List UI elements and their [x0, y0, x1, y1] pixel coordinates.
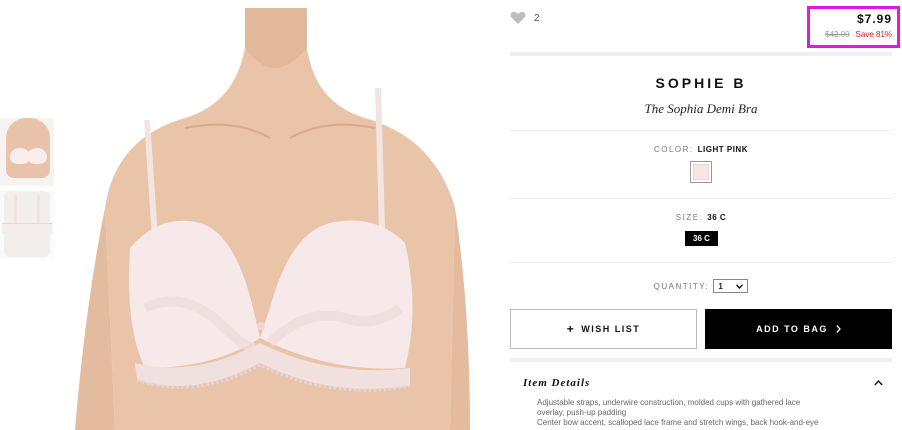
thumbnail-strap-left	[14, 195, 17, 225]
heart-icon	[510, 11, 526, 24]
item-details-body: Adjustable straps, underwire constructio…	[537, 398, 887, 428]
size-option-36c[interactable]: 36 C	[685, 231, 718, 246]
section-divider	[510, 198, 892, 199]
quantity-row: QUANTITY: 1	[510, 279, 892, 293]
color-label: COLOR: LIGHT PINK	[510, 145, 892, 154]
like-button[interactable]: 2	[510, 11, 540, 25]
product-photo	[75, 8, 470, 430]
plus-icon: +	[566, 322, 576, 336]
size-value: 36 C	[707, 213, 727, 222]
wish-list-label: WISH LIST	[581, 324, 641, 334]
swatch-fill	[693, 164, 709, 180]
like-count: 2	[534, 12, 540, 24]
original-price: $42.00	[825, 30, 850, 39]
product-main-image[interactable]	[75, 8, 470, 430]
thumbnail-front[interactable]	[0, 118, 54, 186]
price-block: $7.99 $42.00 Save 81%	[807, 6, 900, 48]
wish-list-button[interactable]: + WISH LIST	[510, 309, 697, 349]
savings-text: Save 81%	[855, 30, 892, 39]
thumbnail-back[interactable]	[0, 191, 54, 259]
size-label: SIZE: 36 C	[510, 213, 892, 222]
item-details-toggle[interactable]: Item Details	[523, 377, 883, 389]
section-divider	[510, 52, 892, 56]
thumbnail-strap-right	[37, 195, 40, 225]
details-line: overlay, push-up padding	[537, 408, 627, 417]
thumbnail-cup-right	[27, 148, 47, 164]
add-to-bag-button[interactable]: ADD TO BAG	[705, 309, 892, 349]
thumbnail-list	[0, 118, 56, 264]
current-price: $7.99	[856, 12, 892, 26]
color-swatch-light-pink[interactable]	[690, 161, 712, 183]
add-to-bag-label: ADD TO BAG	[756, 324, 828, 334]
chevron-up-icon	[874, 380, 883, 386]
quantity-label: QUANTITY:	[653, 281, 710, 291]
product-name: The Sophia Demi Bra	[644, 101, 758, 116]
brand-name: SOPHIE B	[655, 75, 747, 91]
chevron-down-icon	[736, 283, 744, 289]
section-divider	[510, 262, 892, 263]
section-divider	[510, 130, 892, 131]
section-divider	[510, 358, 892, 362]
color-label-text: COLOR:	[653, 145, 694, 154]
details-line: Adjustable straps, underwire constructio…	[537, 398, 801, 407]
thumbnail-band	[2, 223, 52, 233]
quantity-value: 1	[718, 281, 723, 291]
item-details-title: Item Details	[523, 377, 591, 389]
chevron-right-icon	[836, 325, 841, 333]
quantity-select[interactable]: 1	[713, 279, 749, 293]
details-line: Center bow accent, scalloped lace frame …	[537, 418, 819, 427]
thumbnail-front-image	[6, 118, 50, 178]
size-label-text: SIZE:	[675, 213, 704, 222]
color-value: LIGHT PINK	[697, 145, 748, 154]
product-info-panel: 2 $7.99 $42.00 Save 81% SOPHIE B The Soph…	[510, 0, 900, 430]
price-comparison: $42.00 Save 81%	[810, 30, 892, 39]
